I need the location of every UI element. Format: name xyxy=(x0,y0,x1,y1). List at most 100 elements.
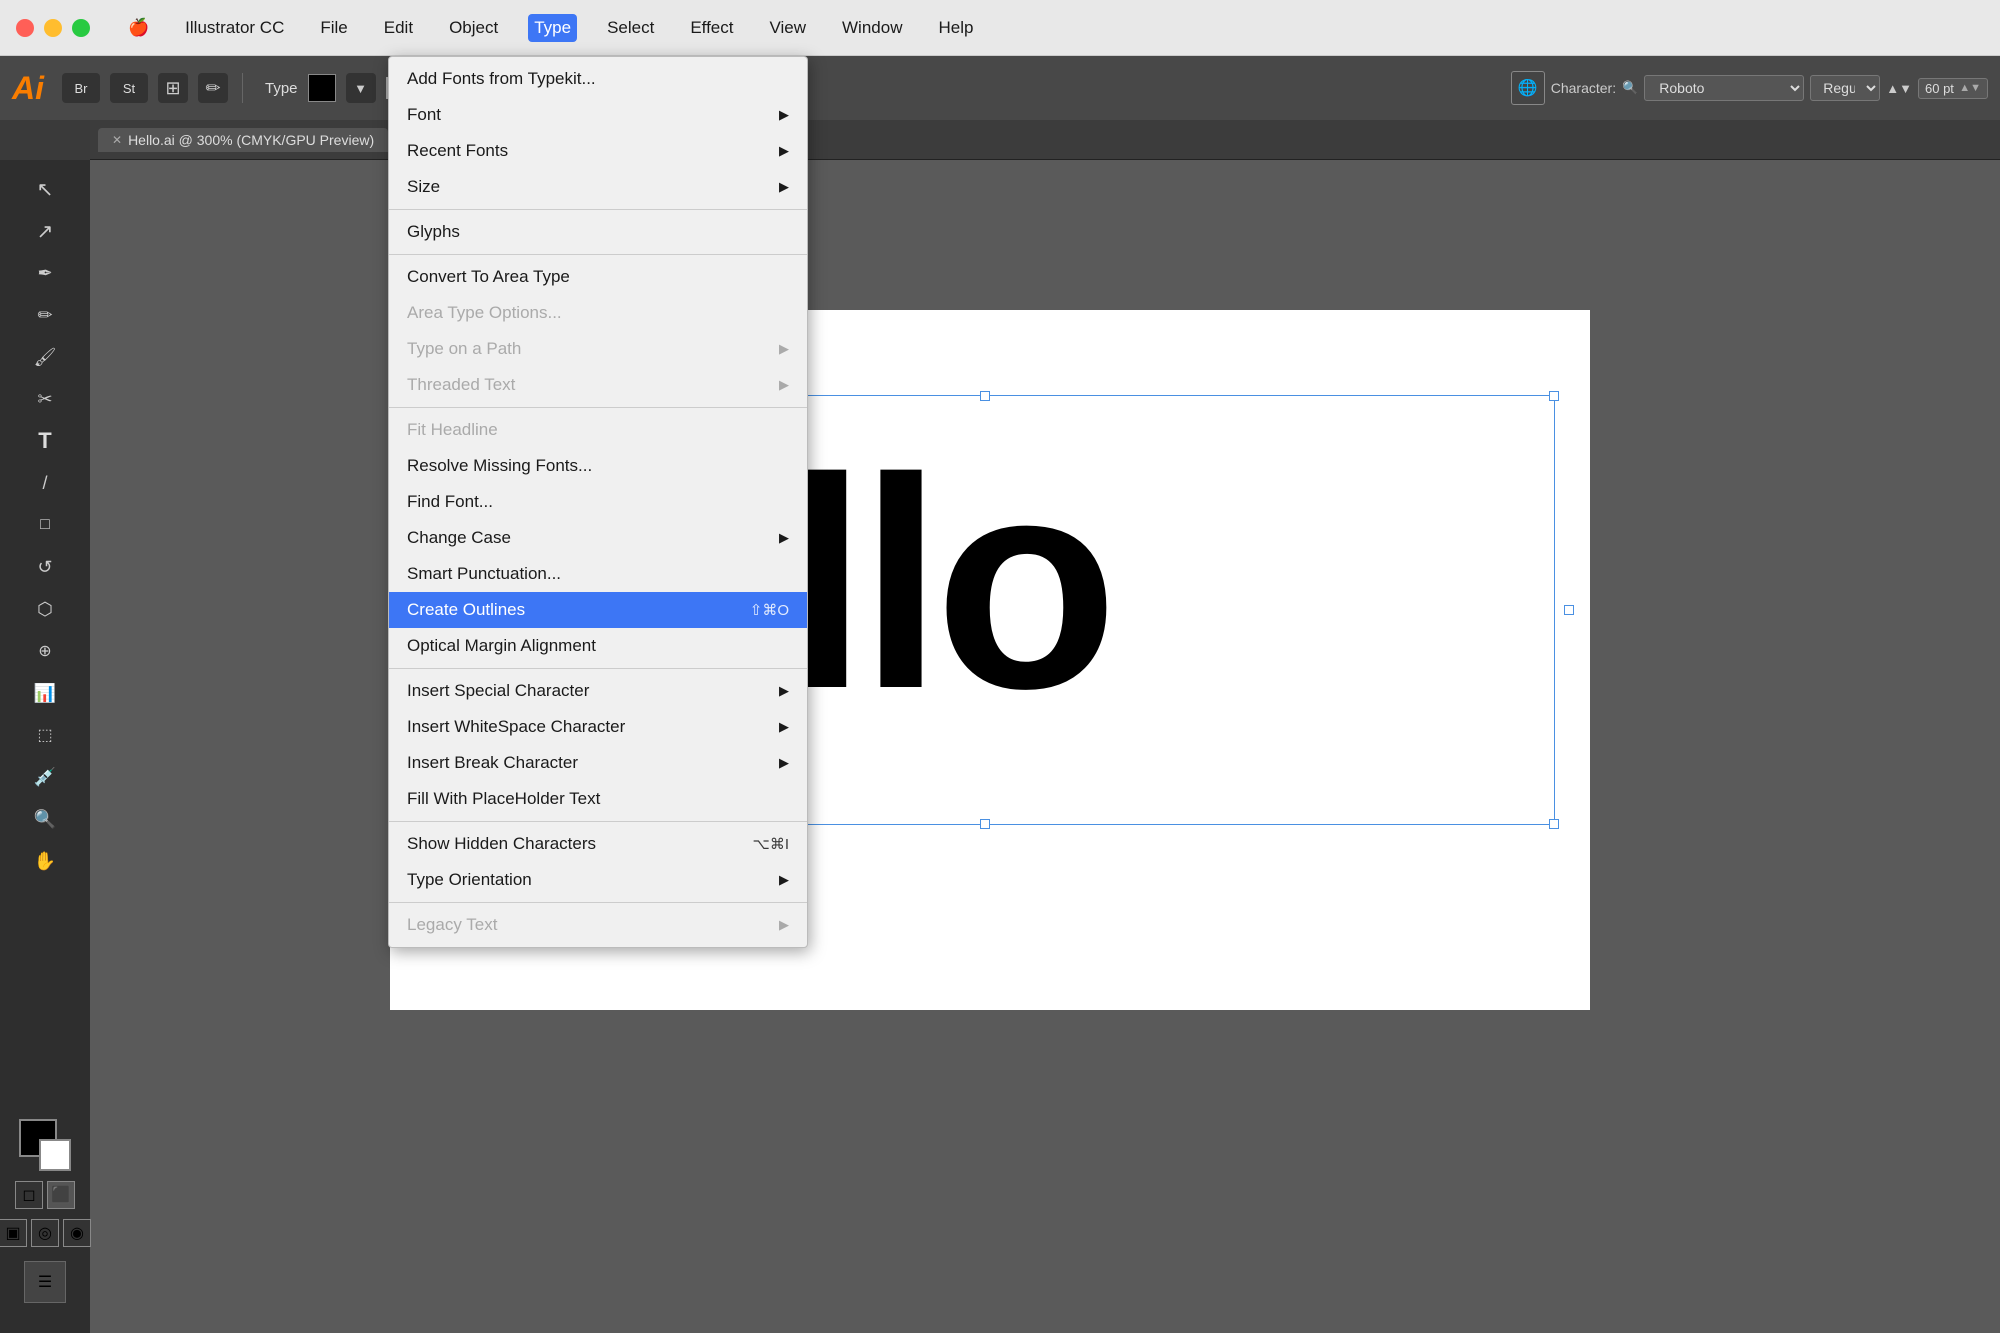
screen-mode-icon[interactable]: ⬛ xyxy=(47,1181,75,1209)
toolbar-font-select[interactable]: Roboto xyxy=(1644,75,1804,101)
toolbar-type-label: Type xyxy=(265,80,298,97)
toolbar-search-icon[interactable]: 🔍 xyxy=(1622,80,1638,96)
menu-item-label-add-fonts: Add Fonts from Typekit... xyxy=(407,69,789,89)
eraser-tool[interactable]: ✂ xyxy=(26,380,64,418)
rectangle-tool[interactable]: □ xyxy=(26,506,64,544)
menu-item-label-fit-headline: Fit Headline xyxy=(407,420,789,440)
menu-item-fill-placeholder[interactable]: Fill With PlaceHolder Text xyxy=(389,781,807,817)
menu-item-resolve-missing[interactable]: Resolve Missing Fonts... xyxy=(389,448,807,484)
handle-top-middle[interactable] xyxy=(980,391,990,401)
menu-item-optical-margin[interactable]: Optical Margin Alignment xyxy=(389,628,807,664)
toolbar-pen-icon[interactable]: ✏ xyxy=(198,73,228,103)
menu-item-convert-area-type[interactable]: Convert To Area Type xyxy=(389,259,807,295)
toolbar-bridge-icon[interactable]: Br xyxy=(62,73,100,103)
handle-top-right[interactable] xyxy=(1549,391,1559,401)
menubar-item-help[interactable]: Help xyxy=(932,14,979,42)
menu-item-smart-punctuation[interactable]: Smart Punctuation... xyxy=(389,556,807,592)
toolbar-globe-icon[interactable]: 🌐 xyxy=(1511,71,1545,105)
extras-icon[interactable]: ☰ xyxy=(24,1261,66,1303)
toolbar-fill-color[interactable] xyxy=(308,74,336,102)
menubar-apple[interactable]: 🍎 xyxy=(122,14,155,42)
type-tool[interactable]: T xyxy=(26,422,64,460)
menu-item-label-insert-break: Insert Break Character xyxy=(407,753,771,773)
color-swatches-area: ◻ ⬛ ▣ ◎ ◉ ☰ xyxy=(0,1119,91,1323)
menubar-item-select[interactable]: Select xyxy=(601,14,660,42)
menu-item-insert-break[interactable]: Insert Break Character ▶ xyxy=(389,745,807,781)
toolbar-character-label: Character: xyxy=(1551,80,1616,96)
menubar-item-window[interactable]: Window xyxy=(836,14,908,42)
menu-item-font[interactable]: Font▶ xyxy=(389,97,807,133)
mode-icons: ◻ ⬛ xyxy=(15,1181,75,1209)
menu-item-find-font[interactable]: Find Font... xyxy=(389,484,807,520)
menubar-item-object[interactable]: Object xyxy=(443,14,504,42)
selection-tool[interactable]: ↖ xyxy=(26,170,64,208)
artboard-tool[interactable]: ⬚ xyxy=(26,716,64,754)
menubar-item-illustrator[interactable]: Illustrator CC xyxy=(179,14,290,42)
view-icon-1[interactable]: ▣ xyxy=(0,1219,27,1247)
zoom-tool[interactable]: 🔍 xyxy=(26,800,64,838)
menu-item-threaded-text: Threaded Text▶ xyxy=(389,367,807,403)
pen-tool[interactable]: ✒ xyxy=(26,254,64,292)
warp-tool[interactable]: ⬡ xyxy=(26,590,64,628)
direct-selection-tool[interactable]: ↗ xyxy=(26,212,64,250)
view-mode-icons: ▣ ◎ ◉ xyxy=(0,1219,91,1247)
pencil-tool[interactable]: ✏ xyxy=(26,296,64,334)
menu-separator xyxy=(389,902,807,903)
rotate-tool[interactable]: ↺ xyxy=(26,548,64,586)
menu-shortcut-show-hidden: ⌥⌘I xyxy=(753,835,789,853)
view-icon-2[interactable]: ◎ xyxy=(31,1219,59,1247)
menu-item-label-insert-special: Insert Special Character xyxy=(407,681,771,701)
normal-mode-icon[interactable]: ◻ xyxy=(15,1181,43,1209)
menu-arrow-insert-whitespace: ▶ xyxy=(779,719,789,735)
menubar-item-edit[interactable]: Edit xyxy=(378,14,419,42)
menu-item-change-case[interactable]: Change Case▶ xyxy=(389,520,807,556)
menubar-item-view[interactable]: View xyxy=(763,14,812,42)
handle-bottom-middle[interactable] xyxy=(980,819,990,829)
close-button[interactable] xyxy=(16,19,34,37)
menu-arrow-insert-break: ▶ xyxy=(779,755,789,771)
menubar-item-file[interactable]: File xyxy=(314,14,353,42)
menu-item-label-resolve-missing: Resolve Missing Fonts... xyxy=(407,456,789,476)
menu-item-label-create-outlines: Create Outlines xyxy=(407,600,726,620)
toolbar-font-controls: 🌐 Character: 🔍 Roboto Regular ▲▼ 60 pt ▲… xyxy=(1511,71,1988,105)
graph-tool[interactable]: 📊 xyxy=(26,674,64,712)
hand-tool[interactable]: ✋ xyxy=(26,842,64,880)
menu-item-show-hidden[interactable]: Show Hidden Characters⌥⌘I xyxy=(389,826,807,862)
menu-item-recent-fonts[interactable]: Recent Fonts▶ xyxy=(389,133,807,169)
toolbar-font-size-input[interactable]: 60 pt ▲▼ xyxy=(1918,78,1988,99)
handle-bottom-right[interactable] xyxy=(1549,819,1559,829)
menu-separator xyxy=(389,209,807,210)
menubar-item-type[interactable]: Type xyxy=(528,14,577,42)
toolbar-workspace-icon[interactable]: ⊞ xyxy=(158,73,188,103)
menu-item-type-orientation[interactable]: Type Orientation▶ xyxy=(389,862,807,898)
eyedropper-tool[interactable]: 💉 xyxy=(26,758,64,796)
type-dropdown-menu: Add Fonts from Typekit... Font▶Recent Fon… xyxy=(388,56,808,948)
menu-item-create-outlines[interactable]: Create Outlines⇧⌘O xyxy=(389,592,807,628)
tab-close-icon[interactable]: ✕ xyxy=(112,133,122,147)
toolbar-stock-icon[interactable]: St xyxy=(110,73,148,103)
menu-item-insert-special[interactable]: Insert Special Character▶ xyxy=(389,673,807,709)
fullscreen-button[interactable] xyxy=(72,19,90,37)
menu-item-label-type-on-path: Type on a Path xyxy=(407,339,771,359)
toolbar-fill-icon[interactable]: ▼ xyxy=(346,73,376,103)
menu-item-add-fonts[interactable]: Add Fonts from Typekit... xyxy=(389,61,807,97)
handle-middle-right[interactable] xyxy=(1564,605,1574,615)
menu-item-label-insert-whitespace: Insert WhiteSpace Character xyxy=(407,717,771,737)
minimize-button[interactable] xyxy=(44,19,62,37)
menubar-item-effect[interactable]: Effect xyxy=(684,14,739,42)
line-tool[interactable]: / xyxy=(26,464,64,502)
menu-arrow-font: ▶ xyxy=(779,107,789,123)
view-icon-3[interactable]: ◉ xyxy=(63,1219,91,1247)
document-tab[interactable]: ✕ Hello.ai @ 300% (CMYK/GPU Preview) xyxy=(98,128,388,152)
scale-tool[interactable]: ⊕ xyxy=(26,632,64,670)
brush-tool[interactable]: 🖌 xyxy=(26,338,64,376)
menu-item-label-legacy-text: Legacy Text xyxy=(407,915,771,935)
menu-item-label-change-case: Change Case xyxy=(407,528,771,548)
menu-item-insert-whitespace[interactable]: Insert WhiteSpace Character ▶ xyxy=(389,709,807,745)
stroke-swatch[interactable] xyxy=(39,1139,71,1171)
toolbar-font-style-select[interactable]: Regular xyxy=(1810,75,1880,101)
traffic-lights xyxy=(16,19,90,37)
tab-title: Hello.ai @ 300% (CMYK/GPU Preview) xyxy=(128,132,374,148)
menu-item-glyphs[interactable]: Glyphs xyxy=(389,214,807,250)
menu-item-size[interactable]: Size▶ xyxy=(389,169,807,205)
